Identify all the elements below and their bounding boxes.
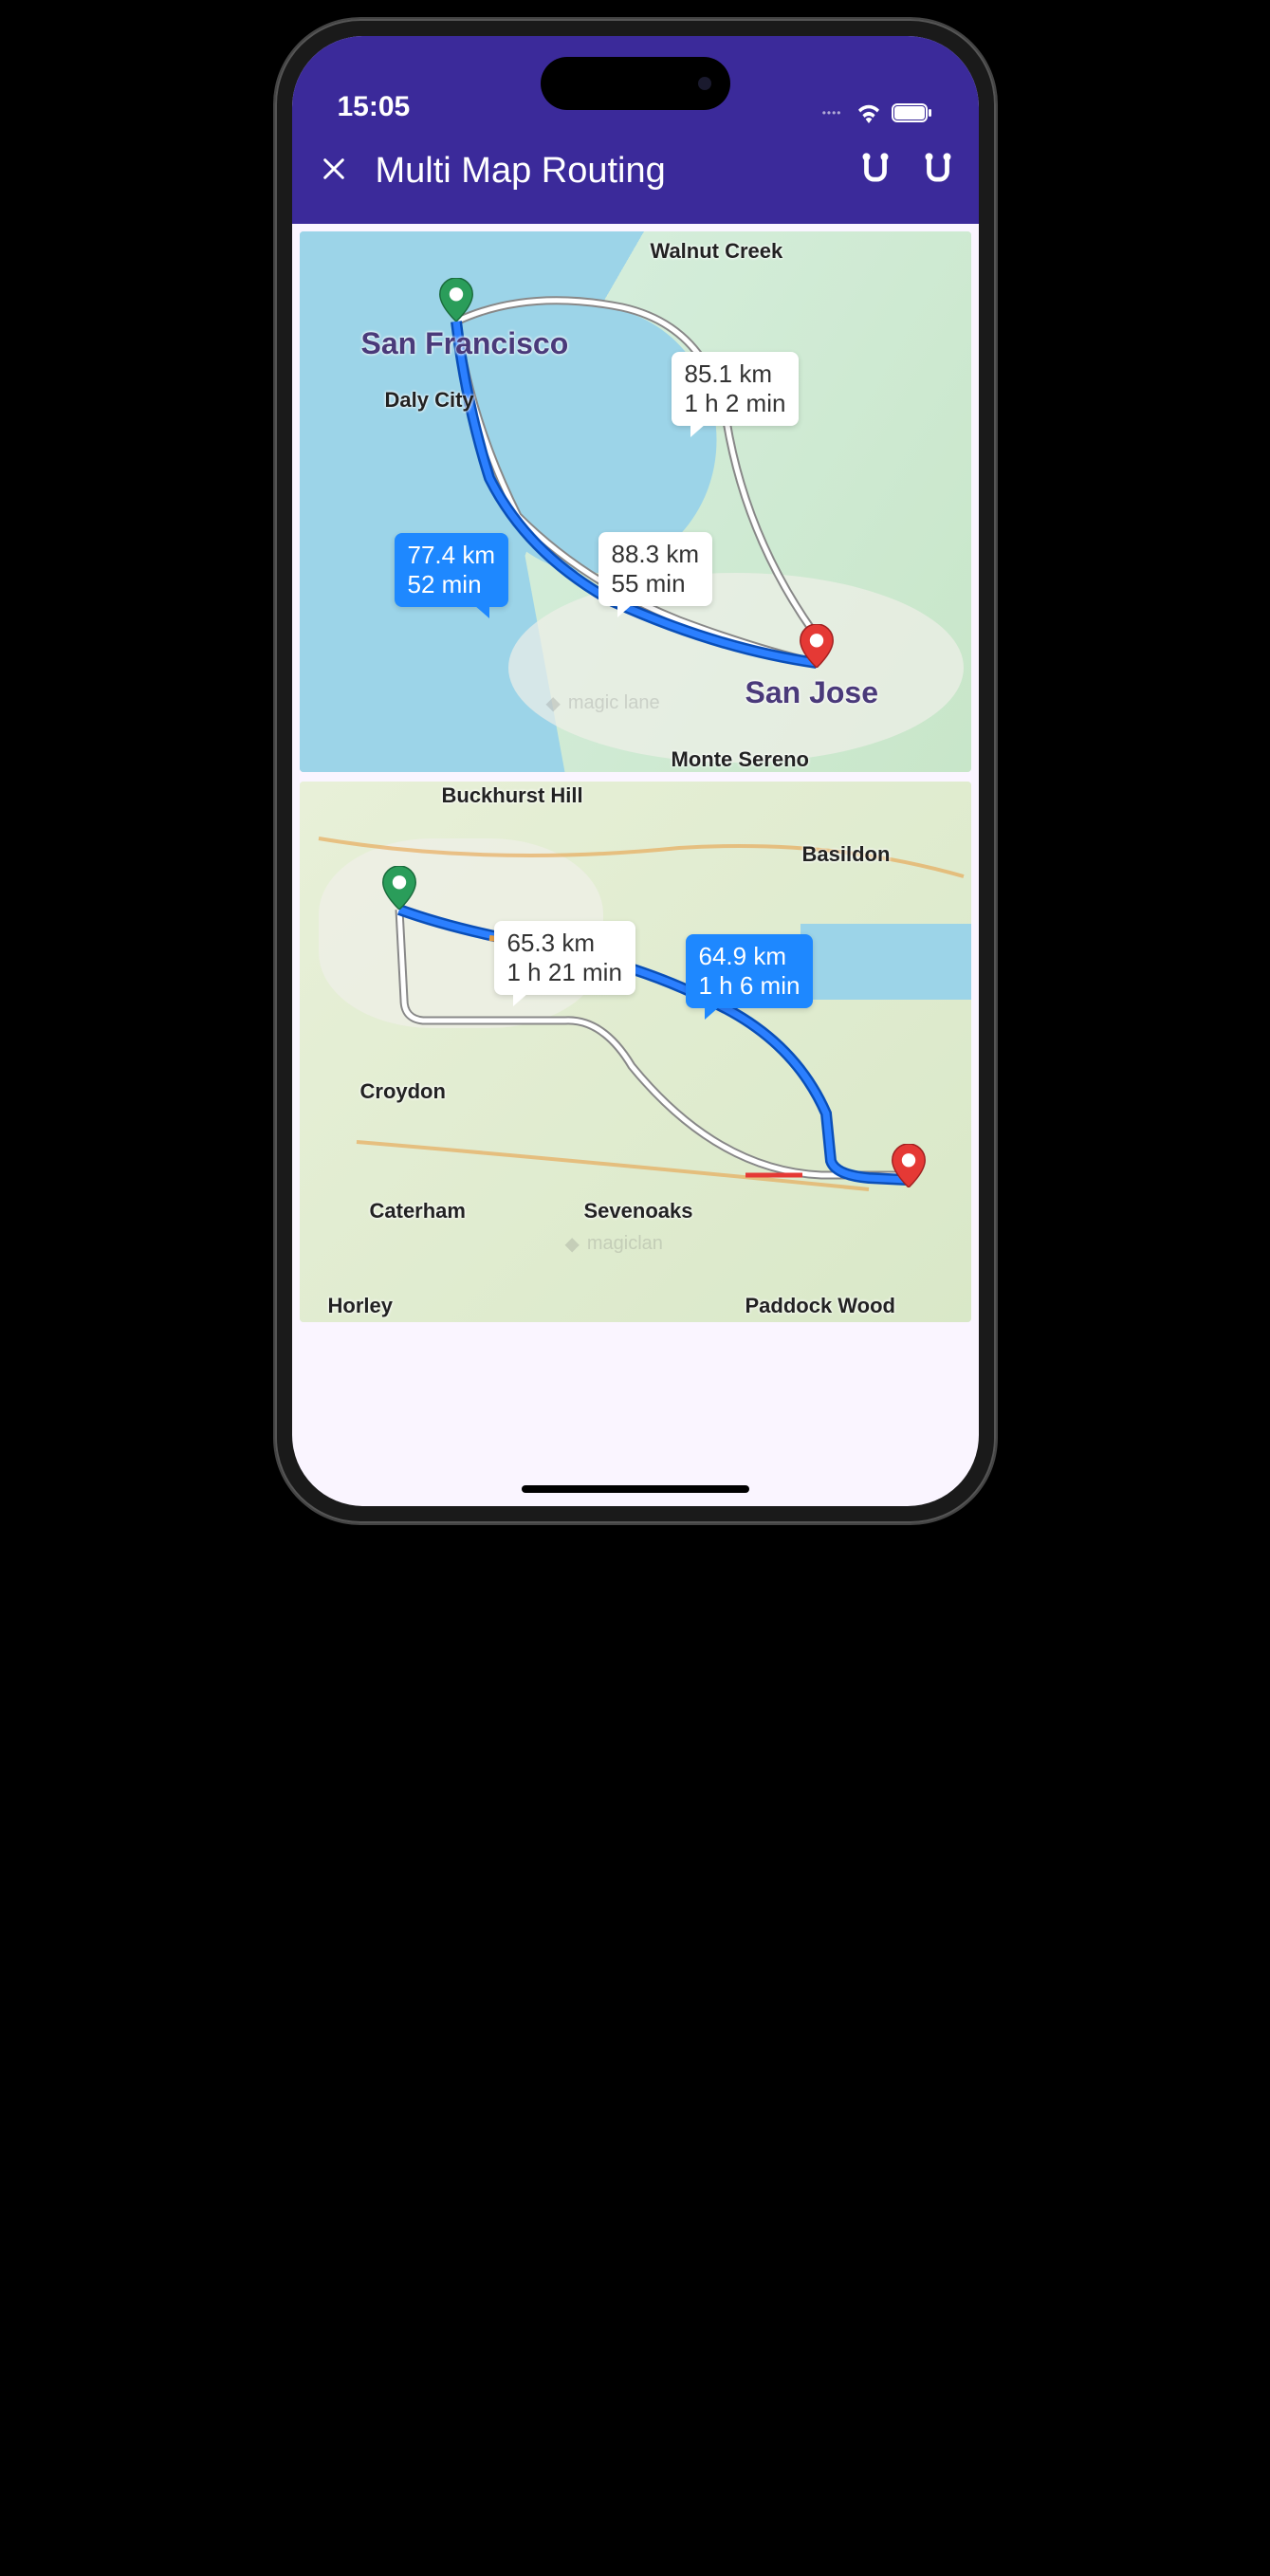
map-watermark: ◆ magic lane [546,691,660,715]
status-icons: •••• [822,102,933,123]
cellular-dots-icon: •••• [822,106,842,120]
city-label-major: San Jose [745,675,879,710]
map-panel-london[interactable]: Buckhurst Hill Basildon Croydon Caterham… [300,782,971,1322]
city-label: Horley [328,1294,393,1318]
route-distance: 64.9 km [699,942,801,971]
phone-frame: 15:05 •••• Multi Map Routing [275,19,996,1523]
route-icon-1[interactable] [857,151,893,192]
origin-pin-icon[interactable] [382,866,416,910]
route-duration: 1 h 21 min [507,958,622,987]
watermark-logo-icon: ◆ [565,1232,580,1256]
header-actions [857,151,956,192]
destination-pin-icon[interactable] [800,624,834,668]
app-header: Multi Map Routing [292,140,979,224]
route-duration: 1 h 2 min [685,389,786,418]
city-label: Monte Sereno [672,747,809,772]
map-panel-bay-area[interactable]: Walnut Creek San Francisco Daly City San… [300,231,971,772]
maps-container: Walnut Creek San Francisco Daly City San… [292,224,979,1330]
route-duration: 52 min [408,570,496,599]
route-duration: 1 h 6 min [699,971,801,1001]
city-label: Caterham [370,1199,466,1224]
phone-inner: 15:05 •••• Multi Map Routing [292,36,979,1506]
city-label-major: San Francisco [361,326,569,361]
wifi-icon [856,102,882,123]
city-label: Sevenoaks [584,1199,693,1224]
city-label: Daly City [385,388,474,413]
route-callout[interactable]: 65.3 km 1 h 21 min [494,921,635,995]
map-water [801,924,971,1000]
screen: 15:05 •••• Multi Map Routing [292,36,979,1506]
route-callout-selected[interactable]: 77.4 km 52 min [395,533,509,607]
status-time: 15:05 [338,91,411,123]
route-distance: 85.1 km [685,359,786,389]
route-distance: 88.3 km [612,540,700,569]
destination-pin-icon[interactable] [892,1144,926,1187]
route-duration: 55 min [612,569,700,598]
route-callout[interactable]: 88.3 km 55 min [598,532,713,606]
city-label: Basildon [802,842,891,867]
home-indicator[interactable] [522,1485,749,1493]
city-label: Paddock Wood [745,1294,896,1318]
dynamic-island [541,57,730,110]
route-distance: 77.4 km [408,541,496,570]
close-button[interactable] [315,151,353,191]
route-callout[interactable]: 85.1 km 1 h 2 min [672,352,800,426]
route-icon-2[interactable] [920,151,956,192]
city-label: Walnut Creek [651,239,783,264]
page-title: Multi Map Routing [376,151,835,192]
map-urban [508,573,964,763]
route-distance: 65.3 km [507,929,622,958]
city-label: Buckhurst Hill [442,783,583,808]
map-watermark: ◆ magiclan [565,1232,663,1256]
battery-icon [892,102,933,123]
route-callout-selected[interactable]: 64.9 km 1 h 6 min [686,934,814,1008]
watermark-logo-icon: ◆ [546,691,561,715]
origin-pin-icon[interactable] [439,278,473,322]
city-label: Croydon [360,1079,446,1104]
